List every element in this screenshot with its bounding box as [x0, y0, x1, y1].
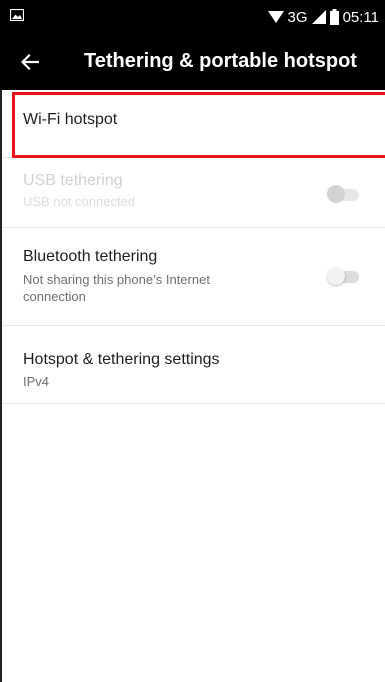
- phone-screen: 3G 05:11 Tethering & portable hotspot Wi…: [0, 0, 385, 682]
- bluetooth-tethering-title: Bluetooth tethering: [23, 248, 158, 265]
- network-type-label: 3G: [287, 8, 308, 26]
- wifi-hotspot-item[interactable]: Wi-Fi hotspot: [0, 90, 385, 158]
- bluetooth-tethering-item[interactable]: Bluetooth tethering Not sharing this pho…: [0, 228, 385, 326]
- signal-icon: [311, 10, 326, 24]
- bezel-edge: [0, 90, 2, 682]
- hotspot-settings-item[interactable]: Hotspot & tethering settings IPv4: [0, 326, 385, 404]
- clock-label: 05:11: [342, 8, 379, 26]
- wifi-icon: [267, 10, 284, 24]
- usb-tethering-item: USB tethering USB not connected: [0, 158, 385, 228]
- bluetooth-tethering-summary: Not sharing this phone’s Internet connec…: [23, 272, 210, 304]
- arrow-left-icon: [21, 54, 39, 70]
- bluetooth-tethering-toggle[interactable]: [327, 267, 359, 285]
- hotspot-settings-title: Hotspot & tethering settings: [23, 351, 220, 368]
- usb-tethering-title: USB tethering: [23, 172, 123, 189]
- usb-tethering-toggle: [327, 185, 359, 203]
- back-button[interactable]: [16, 48, 44, 76]
- page-title: Tethering & portable hotspot: [84, 50, 357, 72]
- usb-tethering-summary: USB not connected: [23, 194, 136, 209]
- wifi-hotspot-title: Wi-Fi hotspot: [23, 111, 118, 128]
- app-bar: Tethering & portable hotspot: [0, 34, 385, 90]
- gallery-notification-icon: [9, 8, 25, 22]
- hotspot-settings-summary: IPv4: [23, 374, 50, 389]
- status-bar: 3G 05:11: [0, 0, 385, 34]
- status-icons: 3G 05:11: [267, 8, 379, 26]
- settings-list: Wi-Fi hotspot USB tethering USB not conn…: [0, 90, 385, 404]
- toggle-thumb: [327, 185, 345, 203]
- battery-icon: [329, 9, 339, 25]
- toggle-thumb: [327, 267, 345, 285]
